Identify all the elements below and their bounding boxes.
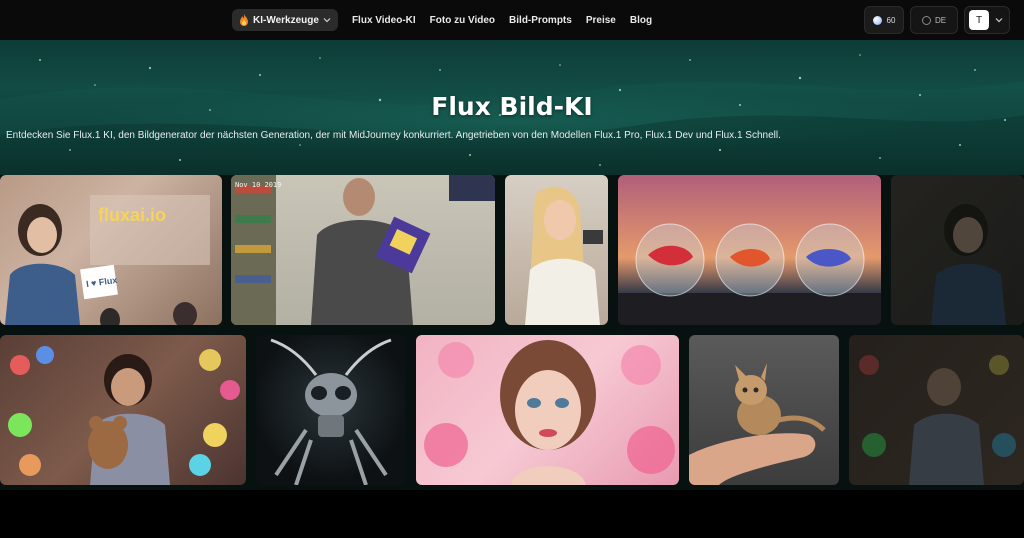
gallery-image-fishbowls[interactable]	[618, 175, 881, 325]
gallery-image-robot-ant[interactable]	[256, 335, 406, 485]
chevron-down-icon	[323, 18, 331, 23]
nav-item-blog[interactable]: Blog	[630, 15, 652, 26]
chevron-down-icon	[995, 18, 1003, 23]
photo-shape	[931, 204, 1006, 325]
gallery-image-girl-toys-faded[interactable]	[849, 335, 1024, 485]
nav-item-preise[interactable]: Preise	[586, 15, 616, 26]
nav-actions: 60 DE T	[864, 6, 1010, 34]
image-gallery: fluxai.io I ♥ Flux Nov 10 2019	[0, 175, 1024, 490]
nav-item-label: KI-Werkzeuge	[253, 14, 319, 26]
photo-shape	[270, 338, 392, 485]
gallery-image-woman-faded[interactable]	[891, 175, 1024, 325]
nav-menu: KI-Werkzeuge Flux Video-KI Foto zu Video…	[232, 9, 652, 31]
gallery-image-kitten-finger[interactable]	[689, 335, 839, 485]
flux-logo-text: fluxai.io	[98, 205, 167, 225]
credits-button[interactable]: 60	[864, 6, 904, 34]
nav-item-flux-video-ki[interactable]: Flux Video-KI	[352, 15, 416, 26]
gallery-image-man-snack-bag[interactable]: Nov 10 2019	[231, 175, 495, 325]
top-navbar: KI-Werkzeuge Flux Video-KI Foto zu Video…	[0, 0, 1024, 40]
photo-shape	[5, 195, 210, 325]
language-label: DE	[934, 15, 947, 25]
language-selector[interactable]: DE	[910, 6, 958, 34]
avatar: T	[969, 10, 989, 30]
photo-shape	[525, 186, 603, 325]
gallery-image-woman-selfie[interactable]	[505, 175, 608, 325]
user-menu[interactable]: T	[964, 6, 1010, 34]
flame-icon	[240, 14, 248, 26]
gallery-image-woman-flowers[interactable]	[416, 335, 679, 485]
gallery-image-woman-flux-sign[interactable]: fluxai.io I ♥ Flux	[0, 175, 222, 325]
photo-shape	[8, 346, 240, 485]
credit-coin-icon	[872, 15, 882, 25]
photo-shape	[618, 223, 881, 325]
photo-shape	[231, 175, 495, 325]
nav-item-bild-prompts[interactable]: Bild-Prompts	[509, 15, 572, 26]
photo-shape	[689, 363, 826, 485]
page-bottom-area	[0, 490, 1024, 538]
photo-shape	[859, 355, 1016, 485]
globe-icon	[921, 15, 931, 25]
nav-item-ki-werkzeuge[interactable]: KI-Werkzeuge	[232, 9, 338, 31]
photo-shape	[424, 340, 675, 485]
cctv-timestamp: Nov 10 2019	[235, 181, 282, 189]
credits-count: 60	[886, 15, 896, 25]
nav-item-foto-zu-video[interactable]: Foto zu Video	[430, 15, 495, 26]
hero-banner: Flux Bild-KI Entdecken Sie Flux.1 KI, de…	[0, 40, 1024, 175]
page-title: Flux Bild-KI	[431, 92, 593, 121]
hero-subtitle: Entdecken Sie Flux.1 KI, den Bildgenerat…	[6, 130, 781, 141]
gallery-image-girl-teddy[interactable]	[0, 335, 246, 485]
